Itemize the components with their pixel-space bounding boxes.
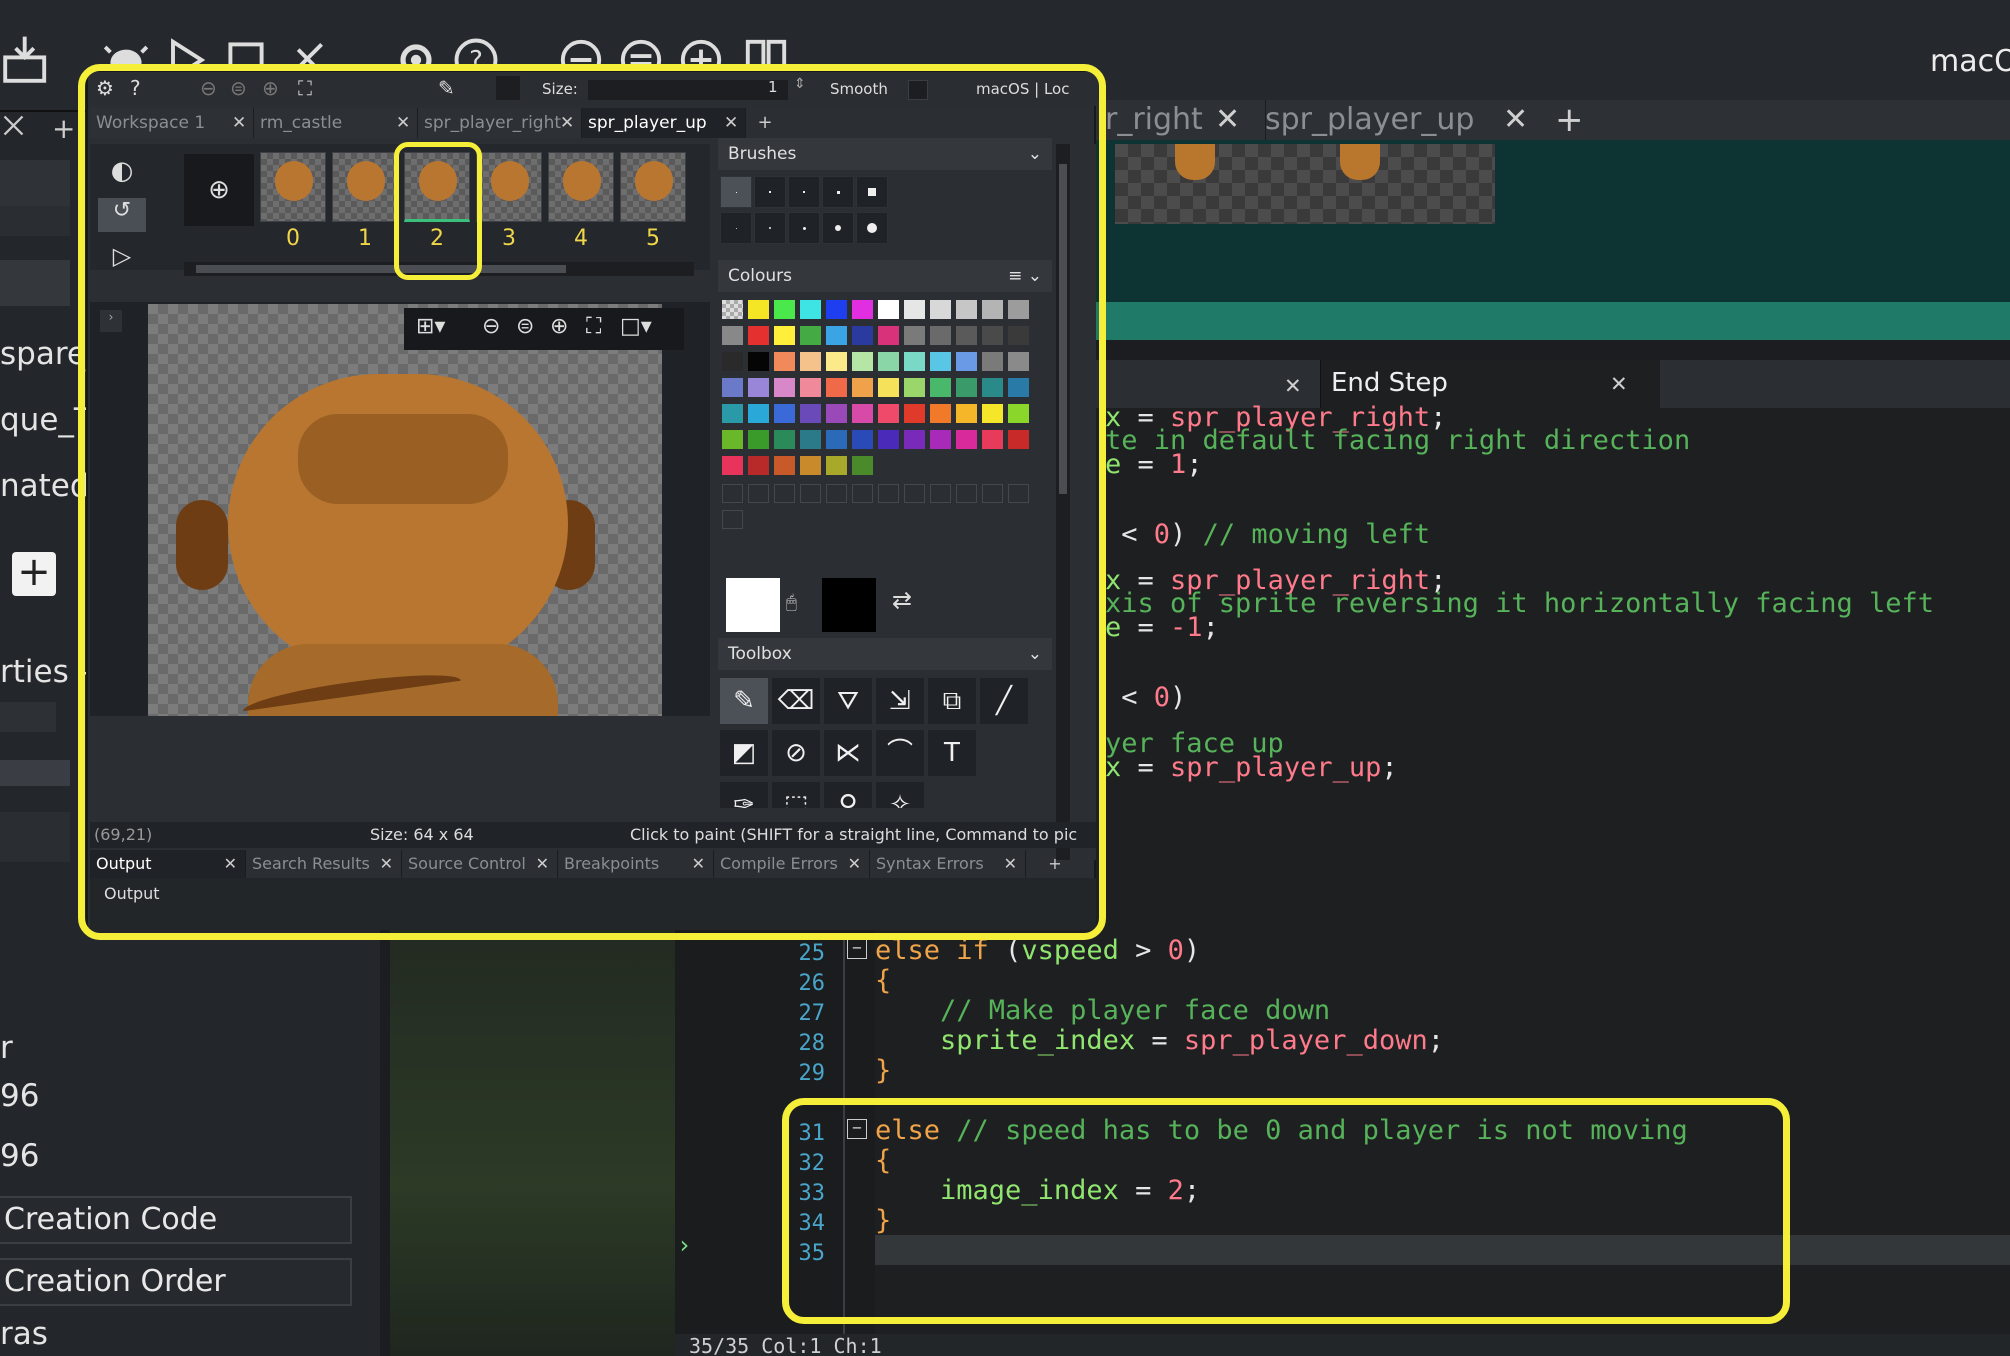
code-token: ; (1381, 751, 1398, 783)
platform-label[interactable]: macO (1930, 44, 2010, 79)
add-tab-icon[interactable]: + (1555, 100, 1584, 140)
sprite-strip-area: r_right ✕ spr_player_up ✕ + (1085, 100, 2010, 340)
code-token: < (1105, 681, 1154, 713)
tab-spr-player-up[interactable]: spr_player_up (1265, 102, 1474, 137)
code-token: ) (1183, 935, 1201, 966)
code-token: ) (1170, 518, 1203, 550)
code-token: xis of sprite reversing it horizontally … (1105, 588, 1935, 620)
sprite-strip-tabs: r_right ✕ spr_player_up ✕ + (1085, 100, 2010, 140)
width-value[interactable]: 96 (0, 1078, 39, 1114)
highlight-frame-2 (394, 142, 482, 280)
code-token: // Make player face down (940, 995, 1331, 1026)
code-token: sprite_index (940, 1025, 1136, 1056)
code-token: ; (1427, 1025, 1444, 1056)
code-line[interactable]: } (875, 1055, 891, 1086)
code-line[interactable]: < 0) // moving left (1105, 519, 1430, 550)
add-instance-icon[interactable]: + (12, 552, 56, 596)
code-token: = (1121, 448, 1171, 480)
close-icon[interactable]: ✕ (1611, 368, 1627, 398)
line-number: 26 (798, 971, 826, 996)
properties-heading: rties - (0, 654, 90, 690)
property-label: r (0, 1030, 13, 1066)
room-preview (390, 930, 680, 1356)
code-line[interactable]: e = 1; (1105, 449, 1203, 480)
sprite-thumb (1175, 144, 1215, 180)
code-token: = (1121, 611, 1171, 643)
close-icon[interactable] (0, 112, 40, 152)
sprite-thumb (1340, 144, 1380, 180)
code-token: e (1105, 611, 1122, 643)
height-value[interactable]: 96 (0, 1138, 39, 1174)
code-line[interactable]: // Make player face down (875, 995, 1330, 1026)
code-token: 0 (1167, 935, 1184, 966)
code-line[interactable]: < 0) (1105, 682, 1186, 713)
code-token: = (1135, 1025, 1184, 1056)
close-icon[interactable]: ✕ (1285, 370, 1301, 400)
code-token: 1 (1170, 448, 1187, 480)
execution-arrow-icon: › (677, 1231, 692, 1259)
code-token: -1 (1170, 611, 1203, 643)
panel-row (0, 702, 56, 732)
highlight-code-block (782, 1098, 1790, 1324)
code-line[interactable]: sprite_index = spr_player_down; (875, 1025, 1444, 1056)
panel-row (0, 206, 70, 236)
panel-row (0, 160, 70, 206)
sprite-strip-bar (1085, 302, 2010, 340)
creation-code-button[interactable]: Creation Code (0, 1196, 352, 1244)
sprite-preview (1115, 144, 1495, 224)
code-token: 0 (1153, 518, 1171, 550)
code-token: ) (1170, 681, 1187, 713)
line-number: 27 (798, 1001, 826, 1026)
code-token: > (1118, 935, 1168, 966)
code-token: { (875, 965, 892, 996)
code-token: x (1105, 751, 1122, 783)
line-number: 25 (798, 941, 826, 966)
code-token: } (875, 1055, 892, 1086)
code-token: ; (1186, 448, 1203, 480)
code-token: < (1105, 518, 1154, 550)
code-upper: x = spr_player_right; te in default facin… (1105, 402, 2005, 952)
code-line[interactable]: xis of sprite reversing it horizontally … (1105, 588, 1934, 619)
add-tab-icon[interactable]: + (52, 112, 75, 145)
code-token: // moving left (1202, 518, 1431, 550)
close-icon[interactable]: ✕ (1503, 102, 1528, 137)
build-icon[interactable] (0, 34, 52, 86)
code-token: ; (1202, 611, 1219, 643)
panel-row (0, 760, 70, 786)
code-token: spr_player_up (1170, 751, 1382, 783)
code-line[interactable]: x = spr_player_up; (1105, 752, 1398, 783)
line-number: 28 (798, 1031, 826, 1056)
code-token: = (1121, 751, 1171, 783)
creation-order-button[interactable]: Creation Order (0, 1258, 352, 1306)
code-line[interactable]: { (875, 965, 891, 996)
tab-end-step[interactable]: End Step ✕ (1320, 360, 1660, 408)
code-token: spr_player_down (1183, 1025, 1428, 1056)
views-label: ras (0, 1316, 48, 1352)
code-token: e (1105, 448, 1122, 480)
cursor-status: 35/35 Col:1 Ch:1 (689, 1334, 882, 1356)
editor-statusbar: 35/35 Col:1 Ch:1 (675, 1334, 2010, 1356)
line-number: 29 (798, 1061, 826, 1086)
fold-icon[interactable]: − (847, 939, 867, 959)
highlight-sprite-editor (78, 64, 1106, 940)
panel-row (0, 812, 70, 862)
panel-row (0, 260, 70, 306)
close-icon[interactable]: ✕ (1215, 102, 1240, 137)
code-token: 0 (1153, 681, 1171, 713)
tab-end-step-label: End Step (1331, 368, 1448, 398)
code-line[interactable]: e = -1; (1105, 612, 1219, 643)
tab-spr-player-right[interactable]: r_right (1105, 102, 1203, 137)
